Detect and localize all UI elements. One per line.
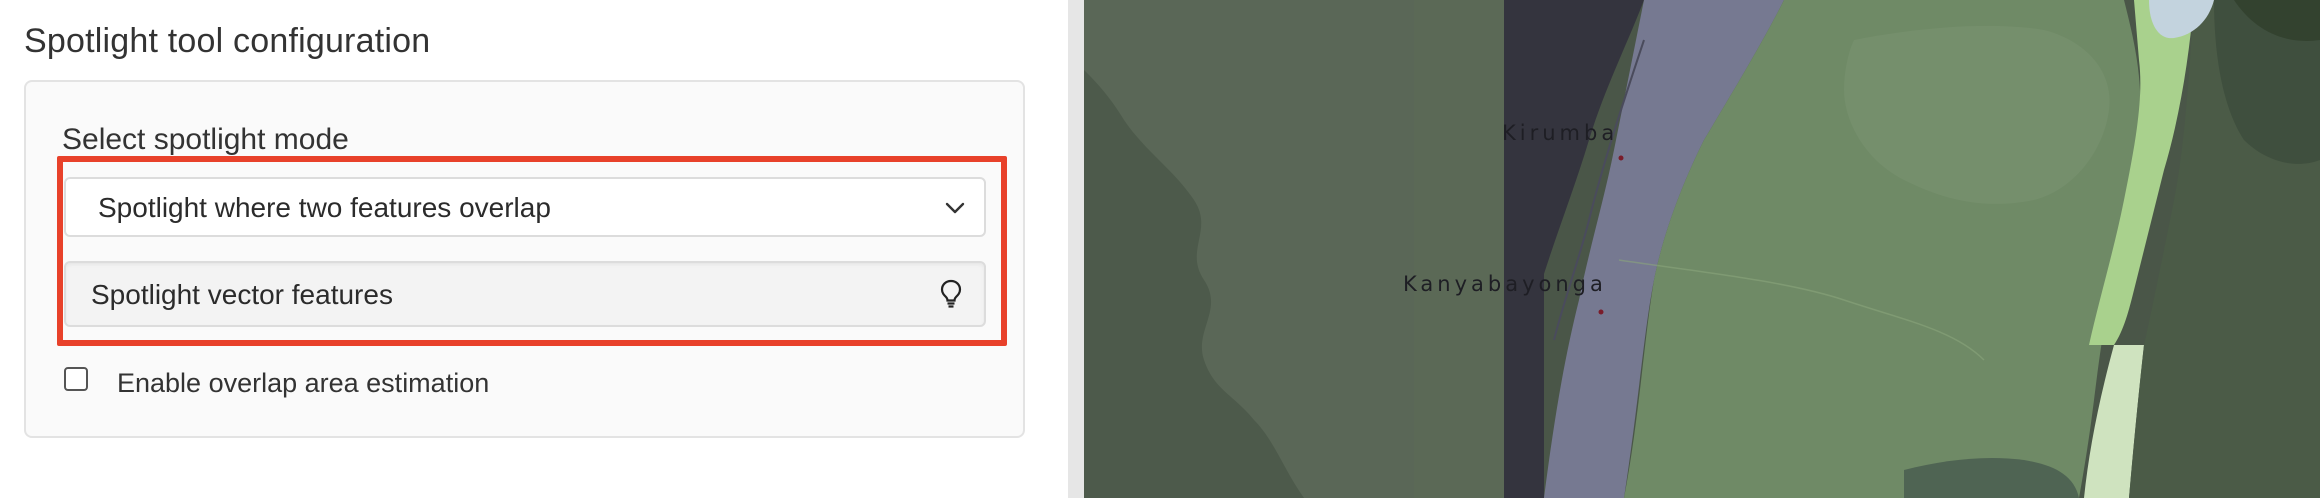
panel-title: Spotlight tool configuration <box>24 22 431 60</box>
place-label-kirumba: Kirumba <box>1502 121 1619 145</box>
spotlight-mode-select[interactable]: Spotlight where two features overlap <box>64 177 986 237</box>
map-view[interactable]: Kirumba Kanyabayonga <box>1084 0 2320 498</box>
spotlight-mode-label: Select spotlight mode <box>62 123 349 156</box>
place-label-kanyabayonga: Kanyabayonga <box>1403 272 1607 296</box>
panel-divider <box>1068 0 1084 498</box>
lightbulb-icon <box>940 279 962 308</box>
spotlight-vector-features-button[interactable]: Spotlight vector features <box>64 261 986 327</box>
map-layers <box>1084 0 2320 498</box>
overlap-estimation-label: Enable overlap area estimation <box>117 368 490 398</box>
overlap-estimation-checkbox[interactable] <box>64 367 88 391</box>
spotlight-config-panel: Spotlight tool configuration Select spot… <box>0 0 1068 498</box>
spotlight-button-label: Spotlight vector features <box>91 279 393 310</box>
spotlight-mode-value: Spotlight where two features overlap <box>98 192 551 223</box>
chevron-down-icon <box>945 202 965 214</box>
